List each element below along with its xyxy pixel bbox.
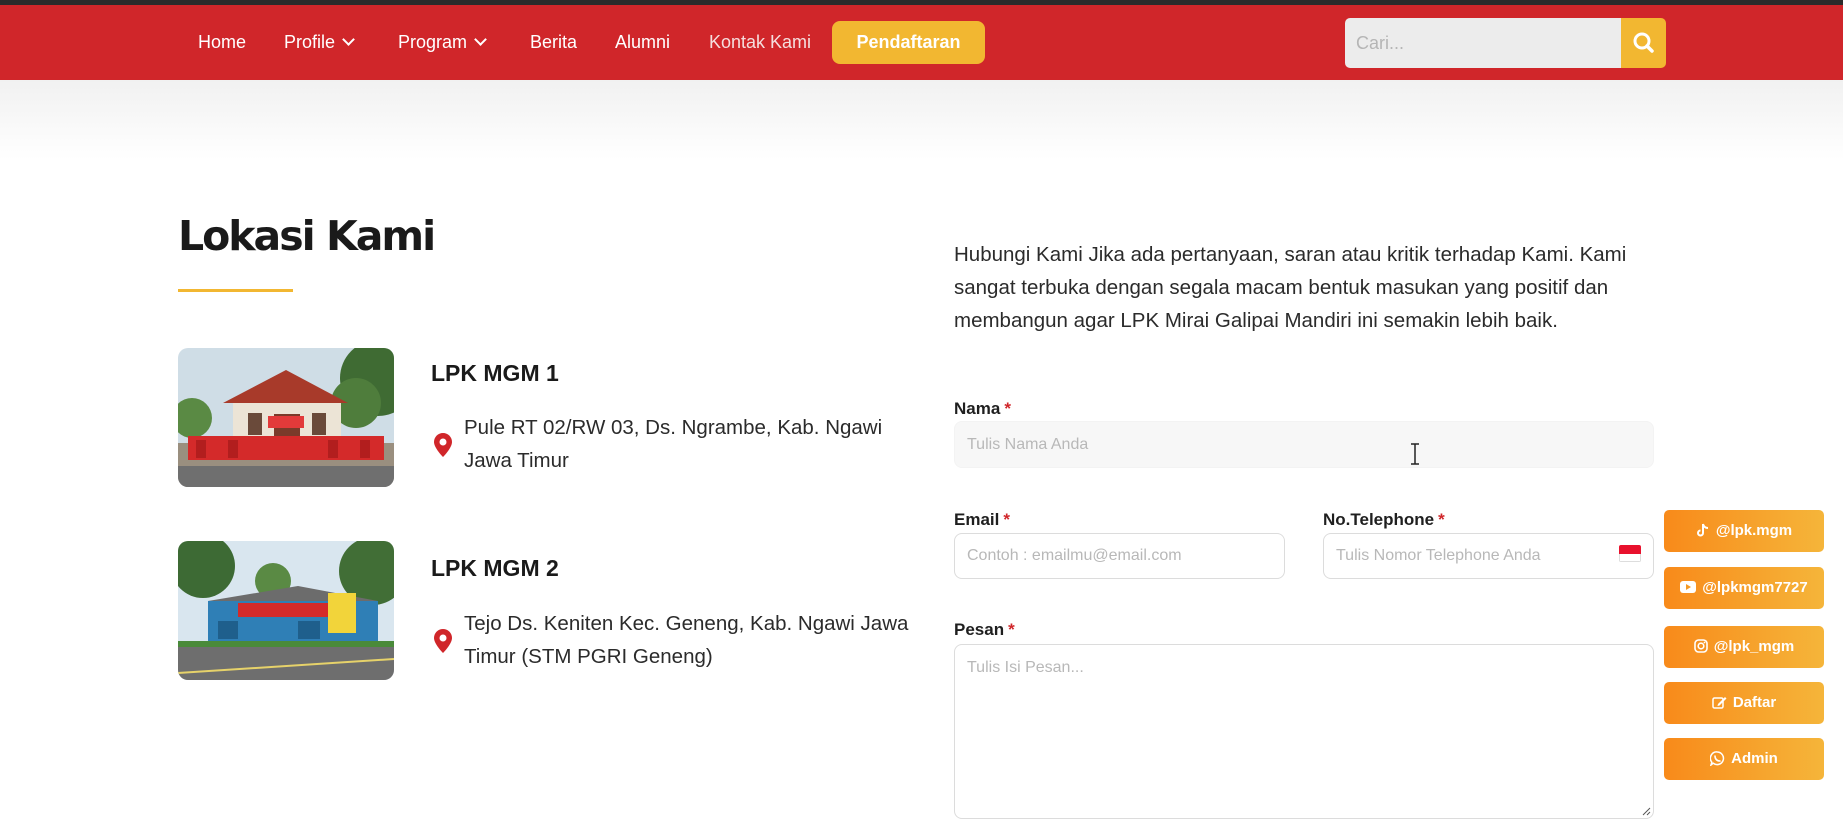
location-1-address: Pule RT 02/RW 03, Ds. Ngrambe, Kab. Ngaw… — [464, 416, 883, 472]
contact-intro-text: Hubungi Kami Jika ada pertanyaan, saran … — [954, 243, 1627, 332]
location-2-photo — [178, 541, 394, 680]
message-label: Pesan * — [954, 620, 1015, 639]
title-underline — [178, 289, 293, 292]
nav-berita[interactable]: Berita — [530, 27, 577, 57]
name-label: Nama * — [954, 399, 1011, 418]
chevron-down-icon — [474, 33, 487, 46]
chevron-down-icon — [342, 33, 355, 46]
youtube-button[interactable]: @lpkmgm7727 — [1664, 567, 1824, 609]
location-1-title: LPK MGM 1 — [431, 360, 559, 386]
phone-field[interactable] — [1323, 533, 1654, 579]
nav-program[interactable]: Program — [398, 27, 487, 57]
map-pin-icon — [434, 629, 452, 653]
daftar-button[interactable]: Daftar — [1664, 682, 1824, 724]
phone-label: No.Telephone * — [1323, 510, 1445, 529]
youtube-icon — [1680, 581, 1697, 594]
instagram-icon — [1693, 639, 1708, 653]
tiktok-icon — [1696, 523, 1708, 536]
search-input[interactable] — [1345, 18, 1621, 68]
location-2-title: LPK MGM 2 — [431, 555, 559, 581]
edit-icon — [1712, 696, 1727, 709]
search-icon — [1633, 32, 1654, 53]
resize-grip-icon[interactable] — [1641, 806, 1651, 816]
pendaftaran-button[interactable]: Pendaftaran — [832, 21, 985, 64]
location-1-photo — [178, 348, 394, 487]
map-pin-icon — [434, 433, 452, 457]
text-cursor-icon — [1411, 443, 1419, 465]
page-title: Lokasi Kami — [178, 212, 436, 260]
admin-whatsapp-button[interactable]: Admin — [1664, 738, 1824, 780]
header-shadow — [0, 80, 1843, 160]
search-button[interactable] — [1621, 18, 1666, 68]
message-field[interactable] — [954, 644, 1654, 819]
nav-profile[interactable]: Profile — [284, 27, 355, 57]
tiktok-button[interactable]: @lpk.mgm — [1664, 510, 1824, 552]
instagram-button[interactable]: @lpk_mgm — [1664, 626, 1824, 668]
search-bar — [1345, 18, 1666, 68]
email-field[interactable] — [954, 533, 1285, 579]
location-2-address: Tejo Ds. Keniten Kec. Geneng, Kab. Ngawi… — [464, 612, 909, 668]
whatsapp-icon — [1710, 750, 1725, 766]
main-navbar: Home Profile Program Berita Alumni Konta… — [0, 5, 1843, 80]
name-field[interactable] — [954, 421, 1654, 468]
nav-alumni[interactable]: Alumni — [615, 27, 670, 57]
nav-home[interactable]: Home — [198, 27, 246, 57]
nav-kontak-kami[interactable]: Kontak Kami — [709, 27, 811, 57]
indonesia-flag-icon[interactable] — [1619, 545, 1641, 562]
email-label: Email * — [954, 510, 1010, 529]
